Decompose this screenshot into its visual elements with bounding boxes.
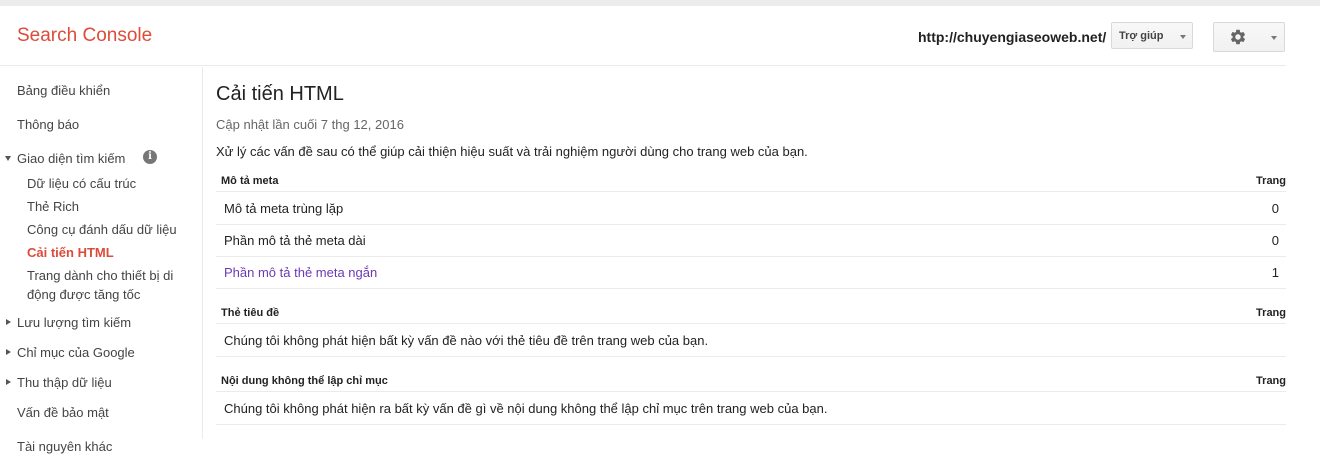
table-row: Chúng tôi không phát hiện ra bất kỳ vấn …: [216, 393, 1286, 425]
chevron-down-icon: [1180, 35, 1186, 39]
section-header-non-indexable: Nội dung không thể lập chỉ mục Trang: [216, 372, 1286, 392]
last-updated: Cập nhật lần cuối 7 thg 12, 2016: [216, 117, 404, 132]
expand-arrow-icon[interactable]: [6, 379, 11, 385]
sidebar-item-rich-cards[interactable]: Thẻ Rich: [27, 199, 79, 214]
chevron-down-icon: [1271, 36, 1277, 40]
sidebar-item-amp-line1[interactable]: Trang dành cho thiết bị di: [27, 268, 173, 283]
no-issues-message: Chúng tôi không phát hiện bất kỳ vấn đề …: [224, 333, 709, 348]
sidebar-item-structured-data[interactable]: Dữ liệu có cấu trúc: [27, 176, 136, 191]
section-header-meta-description: Mô tả meta Trang: [216, 172, 1286, 192]
sidebar-item-security-issues[interactable]: Vấn đề bảo mật: [17, 405, 109, 420]
help-button[interactable]: Trợ giúp: [1111, 22, 1193, 49]
column-header-pages: Trang: [1256, 375, 1286, 387]
no-issues-message: Chúng tôi không phát hiện ra bất kỳ vấn …: [224, 401, 828, 416]
settings-button[interactable]: [1213, 22, 1285, 52]
search-console-logo[interactable]: Search Console: [17, 25, 152, 47]
sidebar-item-search-traffic[interactable]: Lưu lượng tìm kiếm: [17, 315, 131, 330]
expand-arrow-icon[interactable]: [6, 319, 11, 325]
help-button-label: Trợ giúp: [1119, 30, 1164, 42]
section-header-title-tags: Thẻ tiêu đề Trang: [216, 304, 1286, 324]
sidebar-nav: Bảng điều khiển Thông báo Giao diện tìm …: [0, 67, 203, 454]
sidebar-item-crawl[interactable]: Thu thập dữ liệu: [17, 375, 112, 390]
table-row[interactable]: Phần mô tả thẻ meta ngắn 1: [216, 257, 1286, 289]
sidebar-item-dashboard[interactable]: Bảng điều khiển: [17, 83, 110, 98]
sidebar-item-data-highlighter[interactable]: Công cụ đánh dấu dữ liệu: [27, 222, 177, 237]
issue-count: 0: [1271, 233, 1279, 248]
page-title: Cải tiến HTML: [216, 83, 344, 105]
issue-label: Phần mô tả thẻ meta dài: [224, 233, 366, 248]
table-row[interactable]: Mô tả meta trùng lặp 0: [216, 193, 1286, 225]
table-row: Chúng tôi không phát hiện bất kỳ vấn đề …: [216, 325, 1286, 357]
sidebar-item-google-index[interactable]: Chỉ mục của Google: [17, 345, 135, 360]
sidebar-item-amp-line2[interactable]: động được tăng tốc: [27, 287, 140, 302]
section-title: Nội dung không thể lập chỉ mục: [221, 375, 388, 387]
section-title: Mô tả meta: [221, 175, 279, 187]
section-title: Thẻ tiêu đề: [221, 307, 280, 319]
expand-arrow-icon[interactable]: [5, 156, 11, 161]
site-url[interactable]: http://chuyengiaseoweb.net/: [918, 29, 1106, 45]
gear-icon: [1229, 28, 1247, 51]
column-header-pages: Trang: [1256, 175, 1286, 187]
sidebar-item-search-appearance[interactable]: Giao diện tìm kiếm: [17, 151, 125, 166]
sidebar-item-messages[interactable]: Thông báo: [17, 117, 79, 132]
page-description: Xử lý các vấn đề sau có thể giúp cải thi…: [216, 144, 808, 159]
issue-count: 0: [1271, 201, 1279, 216]
expand-arrow-icon[interactable]: [6, 349, 11, 355]
sidebar-item-html-improvements[interactable]: Cải tiến HTML: [27, 245, 114, 260]
table-row[interactable]: Phần mô tả thẻ meta dài 0: [216, 225, 1286, 257]
issue-label: Mô tả meta trùng lặp: [224, 201, 344, 216]
info-icon[interactable]: i: [143, 150, 157, 164]
header: Search Console http://chuyengiaseoweb.ne…: [0, 6, 1286, 66]
column-header-pages: Trang: [1256, 307, 1286, 319]
issue-count: 1: [1271, 265, 1279, 280]
sidebar-item-other-resources[interactable]: Tài nguyên khác: [17, 439, 112, 454]
issue-link-short-meta[interactable]: Phần mô tả thẻ meta ngắn: [224, 265, 377, 280]
